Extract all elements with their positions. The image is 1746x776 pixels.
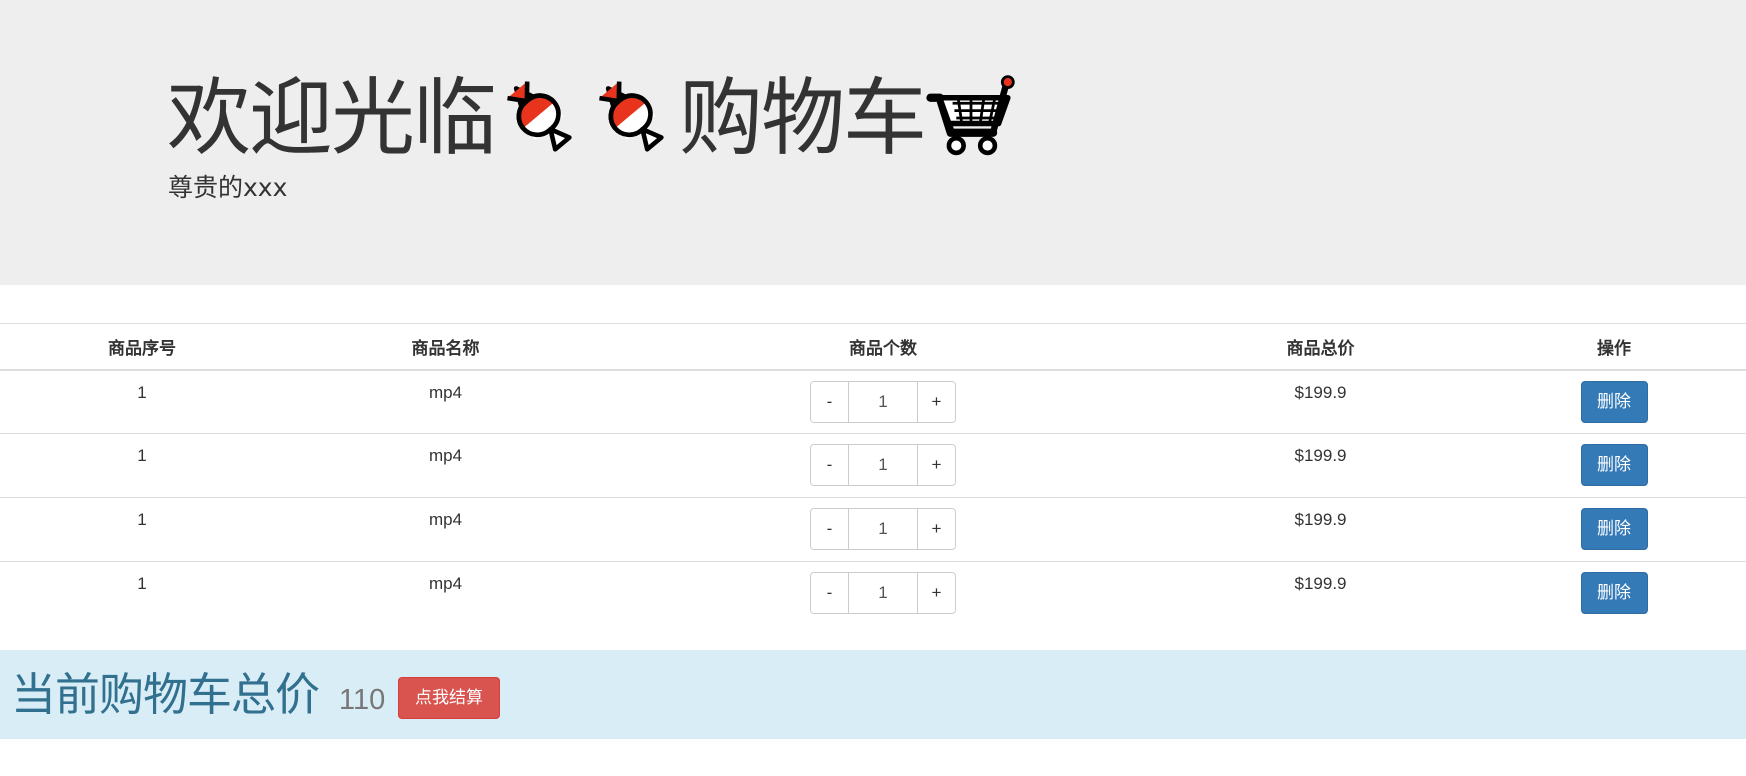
quantity-input[interactable] (849, 509, 917, 549)
table-row: 1 mp4 - + $199.9 删除 (0, 562, 1746, 626)
increase-button[interactable]: + (917, 445, 955, 485)
subtitle: 尊贵的xxx (168, 173, 288, 202)
quantity-stepper: - + (810, 572, 956, 614)
item-total: $199.9 (1159, 433, 1482, 498)
delete-button[interactable]: 删除 (1580, 380, 1648, 423)
quantity-stepper: - + (810, 444, 956, 486)
quantity-input[interactable] (849, 445, 917, 485)
increase-button[interactable]: + (917, 573, 955, 613)
action-cell: 删除 (1482, 497, 1746, 562)
table-header-row: 商品序号 商品名称 商品个数 商品总价 操作 (0, 323, 1746, 371)
decrease-button[interactable]: - (811, 573, 849, 613)
title-welcome: 欢迎光临 (167, 69, 497, 167)
column-header: 商品总价 (1159, 323, 1482, 371)
column-header: 商品名称 (284, 323, 607, 371)
shopping-cart-icon (925, 72, 1017, 164)
page-title: 欢迎光临 购物车 (167, 68, 1017, 168)
item-id: 1 (137, 574, 147, 593)
item-name: mp4 (284, 497, 607, 562)
item-total: $199.9 (1159, 369, 1482, 434)
table-row: 1 mp4 - + $199.9 删除 (0, 433, 1746, 498)
item-name: mp4 (284, 433, 607, 498)
candy-icon (587, 72, 679, 164)
column-header: 操作 (1482, 323, 1746, 371)
item-id: 1 (0, 369, 284, 434)
title-cart: 购物车 (679, 69, 927, 167)
item-id: 1 (0, 433, 284, 498)
table-row: 1 mp4 - + $199.9 删除 (0, 369, 1746, 434)
quantity-input[interactable] (849, 381, 917, 422)
decrease-button[interactable]: - (811, 509, 849, 549)
delete-button[interactable]: 删除 (1580, 572, 1648, 614)
decrease-button[interactable]: - (811, 445, 849, 485)
quantity-stepper: - + (810, 508, 956, 550)
action-cell: 删除 (1482, 369, 1746, 434)
quantity-cell: - + (607, 433, 1159, 498)
checkout-button[interactable]: 点我结算 (398, 677, 500, 719)
increase-button[interactable]: + (917, 509, 955, 549)
quantity-cell: - + (607, 562, 1159, 626)
cart-summary-panel: 当前购物车总价 110 点我结算 (0, 650, 1746, 739)
cart-table: 商品序号 商品名称 商品个数 商品总价 操作 1 mp4 - + $199.9 … (0, 323, 1746, 626)
decrease-button[interactable]: - (811, 381, 849, 422)
cart-total-heading: 当前购物车总价 (11, 668, 320, 721)
quantity-stepper: - + (810, 380, 956, 423)
table-row: 1 mp4 - + $199.9 删除 (0, 497, 1746, 562)
item-total-price: $199.9 (1294, 446, 1347, 465)
quantity-cell: - + (607, 497, 1159, 562)
item-name: mp4 (284, 369, 607, 434)
jumbotron-header: 欢迎光临 购物车 尊贵的xxx (0, 0, 1746, 285)
cart-total-value: 110 (339, 684, 386, 716)
column-header: 商品序号 (0, 323, 284, 371)
item-total: $199.9 (1159, 497, 1482, 562)
quantity-input[interactable] (849, 573, 917, 613)
item-total-price: $199.9 (1294, 574, 1347, 593)
action-cell: 删除 (1482, 562, 1746, 626)
item-total: $199.9 (1159, 562, 1482, 626)
quantity-cell: - + (607, 369, 1159, 434)
delete-button[interactable]: 删除 (1580, 508, 1648, 550)
delete-button[interactable]: 删除 (1580, 444, 1648, 486)
action-cell: 删除 (1482, 433, 1746, 498)
item-total-price: $199.9 (1294, 510, 1347, 529)
increase-button[interactable]: + (917, 381, 955, 422)
column-header: 商品个数 (607, 323, 1159, 371)
candy-icon (495, 72, 587, 164)
item-id: 1 (0, 497, 284, 562)
item-total-price: $199.9 (1294, 382, 1347, 402)
item-name: mp4 (428, 574, 463, 593)
